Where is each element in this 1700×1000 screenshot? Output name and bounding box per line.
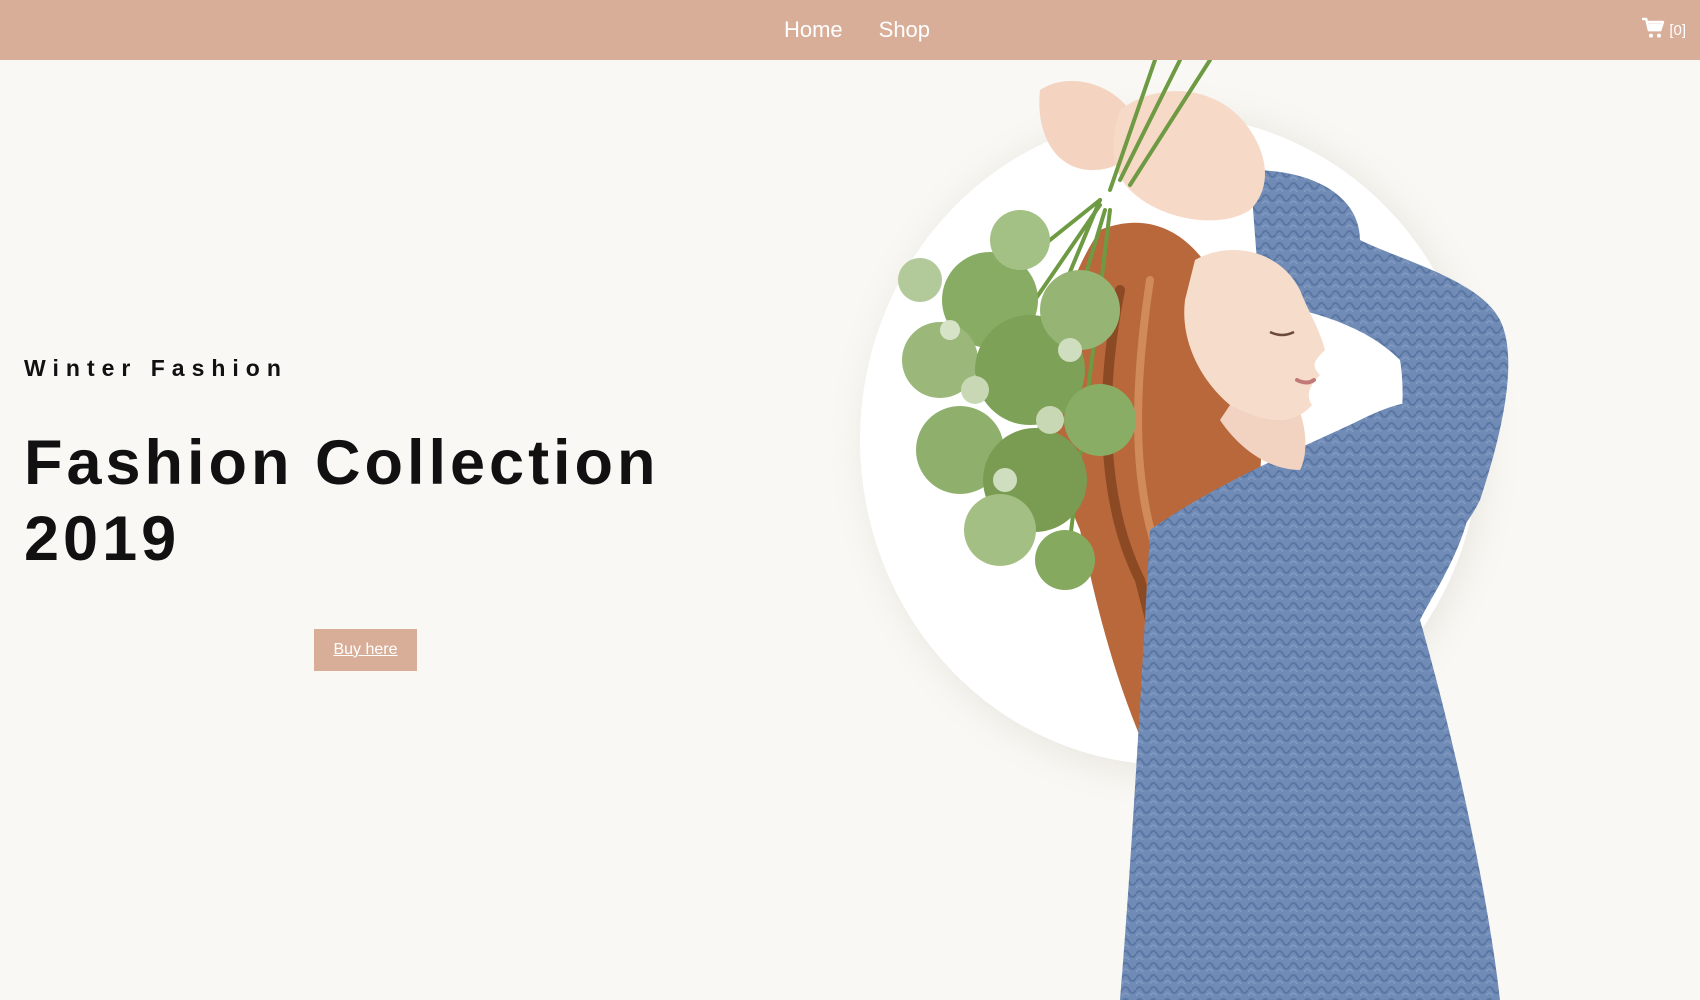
shopping-cart-icon [1642, 16, 1666, 45]
hero-subtitle: Winter Fashion [24, 355, 288, 381]
cart-button[interactable]: [0] [1642, 16, 1686, 45]
hero-title-line-2: 2019 [24, 504, 181, 574]
hero-title: Fashion Collection 2019 [24, 425, 664, 577]
cart-count: [0] [1669, 22, 1686, 39]
nav-link-shop[interactable]: Shop [879, 17, 930, 43]
hero-model-image [800, 60, 1700, 1000]
main-nav: Home Shop [0, 0, 1700, 60]
nav-link-home[interactable]: Home [784, 17, 843, 43]
top-navbar: Home Shop [0] [0, 0, 1700, 60]
buy-here-button[interactable]: Buy here [314, 629, 417, 671]
hero-title-line-1: Fashion Collection [24, 428, 660, 498]
